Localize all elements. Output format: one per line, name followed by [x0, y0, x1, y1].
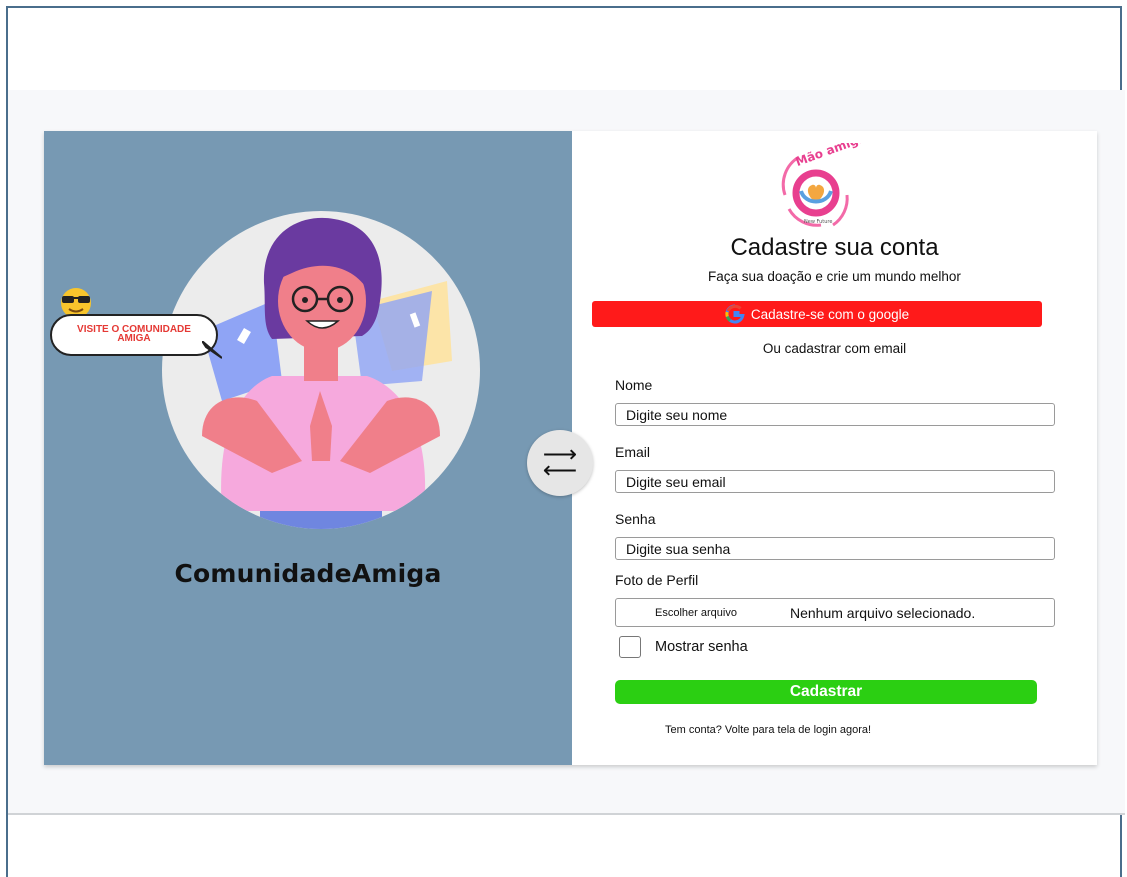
email-label: Email: [615, 444, 651, 460]
right-panel: Mão amiga New Future Cadastre sua conta …: [572, 131, 1097, 765]
logo-tagline: New Future: [804, 219, 832, 225]
logo-text: Mão amiga: [794, 143, 861, 169]
register-card: VISITE O COMUNIDADE AMIGA ComunidadeAmig…: [44, 131, 1097, 765]
left-panel: VISITE O COMUNIDADE AMIGA ComunidadeAmig…: [44, 131, 572, 765]
file-status-text: Nenhum arquivo selecionado.: [790, 604, 976, 621]
bubble-text: VISITE O COMUNIDADE AMIGA: [77, 324, 191, 344]
choose-file-button[interactable]: Escolher arquivo: [616, 607, 776, 619]
show-password-label[interactable]: Mostrar senha: [655, 639, 748, 655]
mao-amiga-logo: Mão amiga New Future: [781, 143, 861, 227]
name-label: Nome: [615, 377, 653, 393]
google-signup-button[interactable]: Cadastre-se com o google: [592, 301, 1042, 327]
page-title: Cadastre sua conta: [730, 234, 939, 261]
google-button-label: Cadastre-se com o google: [750, 306, 910, 322]
photo-label: Foto de Perfil: [615, 572, 699, 588]
page-subtitle: Faça sua doação e crie um mundo melhor: [708, 269, 961, 284]
login-link[interactable]: Tem conta? Volte para tela de login agor…: [665, 724, 871, 736]
visit-community-bubble[interactable]: VISITE O COMUNIDADE AMIGA: [50, 314, 218, 356]
profile-photo-file-input[interactable]: Escolher arquivo Nenhum arquivo selecion…: [615, 598, 1055, 627]
or-email-text: Ou cadastrar com email: [762, 341, 907, 356]
google-icon: [725, 304, 745, 324]
swap-arrows-icon[interactable]: ⟶ ⟵: [527, 430, 593, 496]
bubble-tail: [202, 341, 222, 359]
email-input[interactable]: [615, 470, 1055, 493]
avatar-illustration: [162, 211, 480, 529]
password-input[interactable]: [615, 537, 1055, 560]
show-password-checkbox[interactable]: [619, 636, 641, 658]
password-label: Senha: [615, 511, 656, 527]
register-button[interactable]: Cadastrar: [615, 680, 1037, 704]
brand-name: ComunidadeAmiga: [174, 559, 442, 588]
name-input[interactable]: [615, 403, 1055, 426]
